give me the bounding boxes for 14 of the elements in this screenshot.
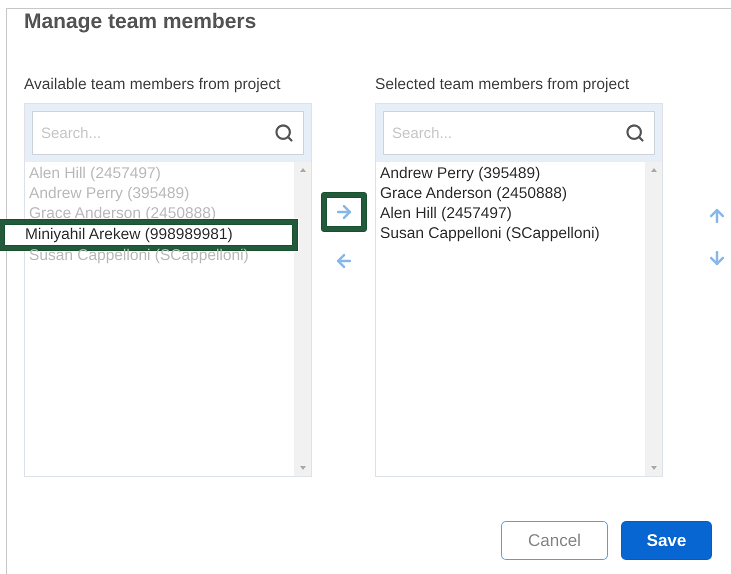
list-item[interactable]: Alen Hill (2457497): [376, 204, 645, 224]
list-item[interactable]: Andrew Perry (395489): [376, 164, 645, 184]
move-right-button[interactable]: [320, 192, 366, 232]
search-icon: [274, 123, 294, 143]
search-icon: [625, 123, 645, 143]
cancel-button[interactable]: Cancel: [501, 521, 608, 560]
scrollbar[interactable]: [645, 162, 662, 476]
scrollbar[interactable]: [294, 162, 311, 476]
list-item[interactable]: Susan Cappelloni (SCappelloni): [376, 224, 645, 244]
list-label: Selected team members from project: [375, 76, 630, 95]
list-label: Available team members from project: [24, 76, 282, 95]
dialog-title: Manage team members: [24, 9, 258, 35]
list-item[interactable]: Grace Anderson (2450888): [376, 184, 645, 204]
save-button[interactable]: Save: [621, 521, 712, 560]
